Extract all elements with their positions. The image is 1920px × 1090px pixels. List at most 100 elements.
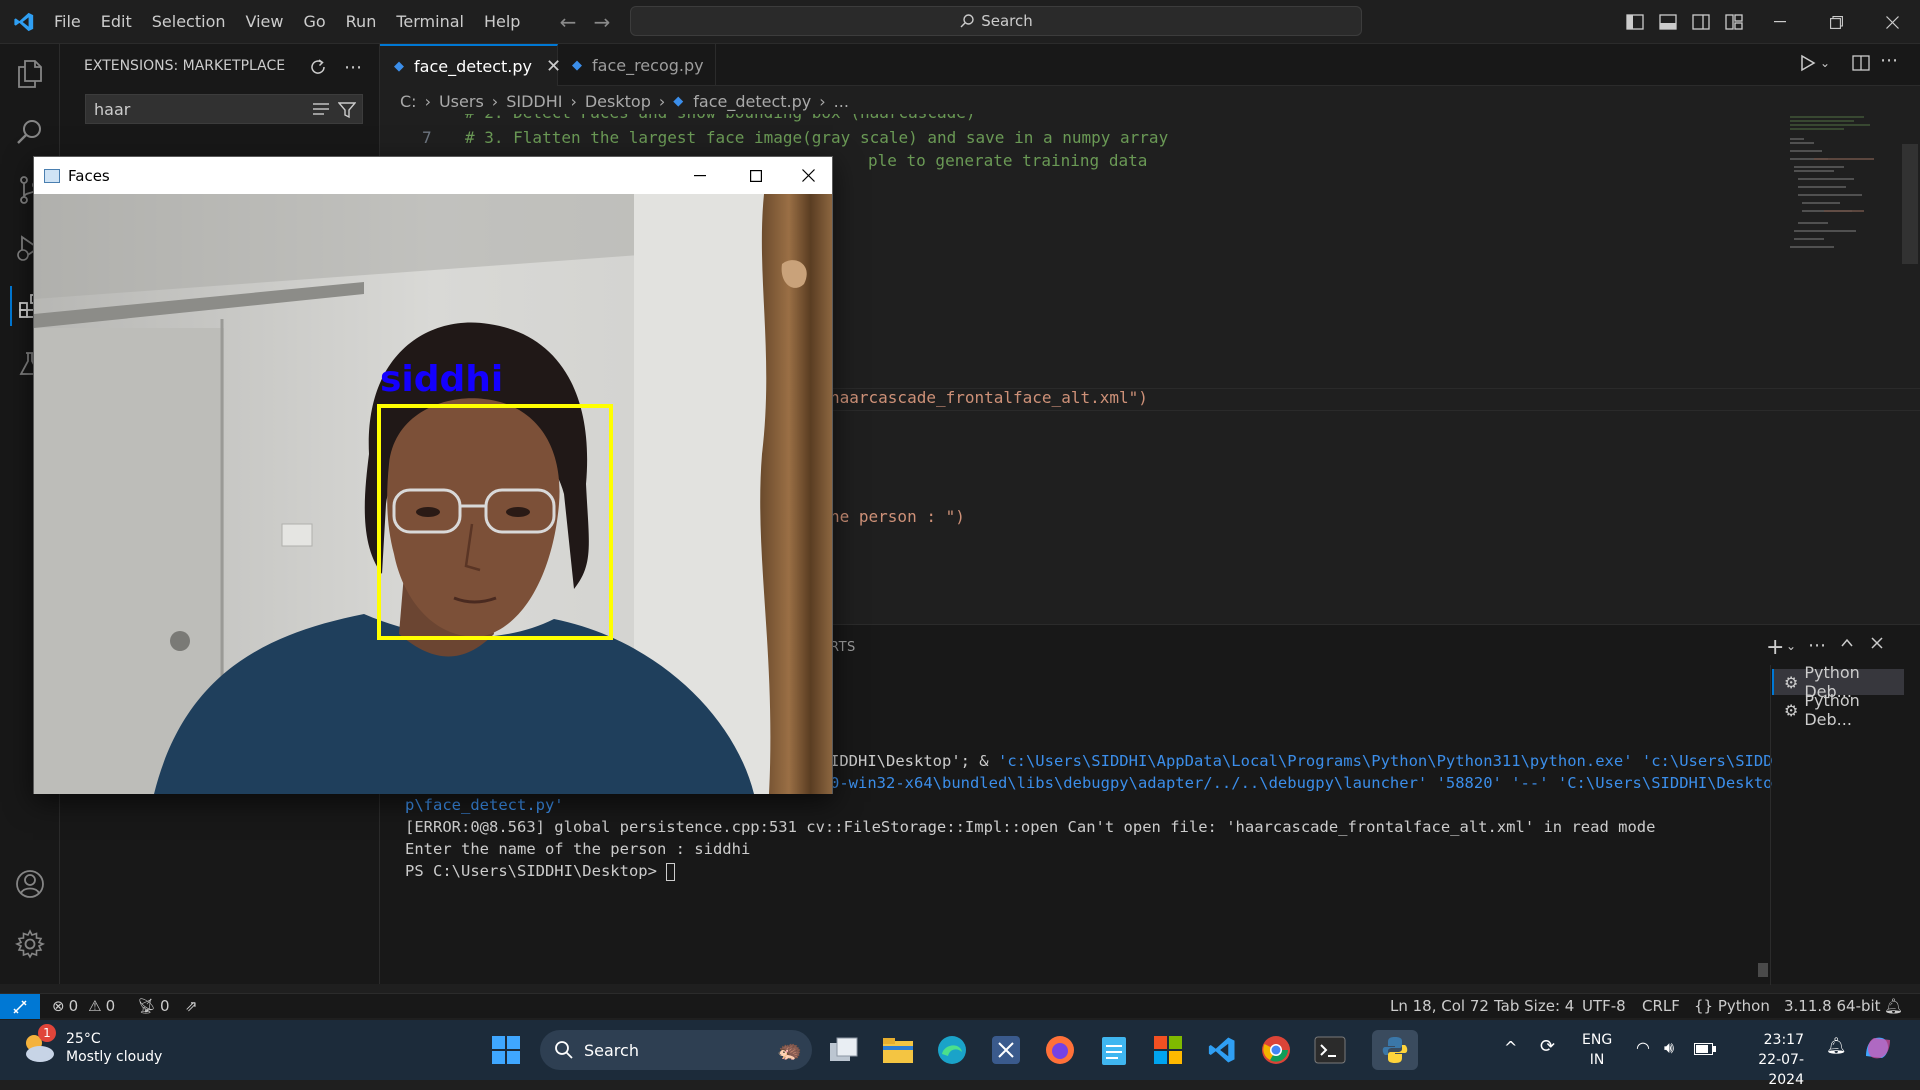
code-line-7: # 3. Flatten the largest face image(gray… — [465, 128, 1169, 147]
breadcrumb-symbol[interactable]: ... — [834, 92, 849, 111]
extensions-search-input[interactable]: haar — [85, 94, 363, 124]
menu-run[interactable]: Run — [336, 0, 387, 44]
faces-minimize-icon[interactable] — [672, 157, 728, 194]
language-mode[interactable]: {} Python — [1694, 997, 1770, 1015]
restore-icon[interactable] — [1808, 0, 1864, 44]
new-terminal-icon[interactable]: + — [1766, 635, 1784, 660]
battery-icon[interactable] — [1694, 1040, 1716, 1059]
tab-size[interactable]: Tab Size: 4 — [1494, 997, 1574, 1015]
language-indicator[interactable]: ENG IN — [1582, 1030, 1612, 1070]
breadcrumb-drive[interactable]: C: — [400, 92, 417, 111]
tab-label: face_recog.py — [592, 55, 704, 75]
volume-icon[interactable]: 🔊︎ — [1664, 1038, 1674, 1058]
command-center-search[interactable]: Search — [630, 6, 1362, 36]
toggle-secondary-sidebar-icon[interactable] — [1686, 7, 1716, 37]
split-editor-icon[interactable] — [1852, 55, 1870, 75]
code-line-input: he person : ") — [830, 507, 965, 526]
edge-browser-icon[interactable] — [932, 1030, 972, 1070]
close-panel-icon[interactable] — [1870, 635, 1884, 654]
chevron-up-icon[interactable]: ^ — [1504, 1038, 1517, 1057]
maximize-panel-icon[interactable] — [1840, 635, 1854, 654]
vscode-taskbar-icon[interactable] — [1202, 1030, 1242, 1070]
menu-go[interactable]: Go — [293, 0, 335, 44]
toggle-primary-sidebar-icon[interactable] — [1620, 7, 1650, 37]
close-window-icon[interactable] — [1864, 0, 1920, 44]
menu-view[interactable]: View — [236, 0, 294, 44]
weather-widget[interactable]: 1 25°C Mostly cloudy — [20, 1024, 162, 1066]
warning-icon: ⚠ — [88, 997, 102, 1015]
menu-selection[interactable]: Selection — [142, 0, 236, 44]
menu-terminal[interactable]: Terminal — [386, 0, 474, 44]
customize-layout-icon[interactable] — [1719, 7, 1749, 37]
tab-face-detect[interactable]: ◆ face_detect.py ✕ — [380, 44, 561, 86]
accounts-icon[interactable] — [10, 864, 50, 904]
task-view-icon[interactable] — [824, 1030, 864, 1070]
encoding[interactable]: UTF-8 — [1582, 997, 1626, 1015]
terminal-app-icon[interactable] — [1310, 1030, 1350, 1070]
start-windows-icon[interactable] — [486, 1030, 526, 1070]
firefox-icon[interactable] — [1040, 1030, 1080, 1070]
editor-scrollbar[interactable] — [1902, 144, 1918, 264]
door-knob — [170, 631, 190, 651]
python-interpreter[interactable]: 3.11.8 64-bit — [1784, 997, 1881, 1015]
webcam-frame: siddhi — [34, 194, 832, 794]
explorer-icon[interactable] — [10, 54, 50, 94]
breadcrumb-users[interactable]: Users — [439, 92, 484, 111]
run-python-file-icon[interactable] — [1800, 54, 1816, 76]
ports-indicator[interactable]: 📡︎ 0 — [137, 997, 170, 1015]
wifi-icon[interactable]: ◠ — [1636, 1038, 1650, 1057]
notepad-icon[interactable] — [1094, 1030, 1134, 1070]
refresh-icon[interactable] — [304, 53, 332, 81]
more-actions-icon[interactable]: ⋯ — [339, 53, 367, 81]
file-explorer-icon[interactable] — [878, 1030, 918, 1070]
remote-indicator-icon[interactable] — [0, 994, 40, 1019]
breadcrumb: C: › Users › SIDDHI › Desktop › ◆ face_d… — [400, 91, 849, 111]
terminal-instance-2[interactable]: ⚙ Python Deb... — [1772, 691, 1904, 729]
microsoft-store-icon[interactable] — [1148, 1030, 1188, 1070]
menu-file[interactable]: File — [44, 0, 91, 44]
search-icon[interactable] — [10, 112, 50, 152]
status-bar: ⊗ 0 ⚠ 0 📡︎ 0 ⇗ Ln 18, Col 72 Tab Size: 4 UT… — [0, 993, 1920, 1019]
vscode-logo-icon — [2, 0, 46, 44]
menu-help[interactable]: Help — [474, 0, 530, 44]
python-app-icon[interactable] — [1372, 1030, 1418, 1070]
back-arrow-icon[interactable]: ← — [556, 10, 580, 34]
terminal-dropdown-icon[interactable]: ⌄ — [1786, 639, 1796, 653]
notification-bell-icon[interactable]: 🔔︎ — [1826, 1036, 1846, 1055]
panel-tab-ports[interactable]: RTS — [830, 640, 856, 655]
minimap[interactable] — [1784, 114, 1904, 264]
end-of-line[interactable]: CRLF — [1642, 997, 1680, 1015]
terminal-scrollbar[interactable] — [1758, 963, 1768, 977]
breadcrumb-desktop[interactable]: Desktop — [585, 92, 651, 111]
broadcast-icon: 📡︎ — [137, 997, 157, 1015]
sync-icon[interactable]: ⟳ — [1540, 1036, 1555, 1057]
copilot-icon[interactable] — [1862, 1032, 1894, 1068]
forward-arrow-icon[interactable]: → — [590, 10, 614, 34]
braces-icon: {} — [1694, 997, 1714, 1015]
toggle-panel-icon[interactable] — [1653, 7, 1683, 37]
panel-more-icon[interactable]: ⋯ — [1808, 635, 1826, 656]
terminal-line-1: IDDHI\Desktop'; & 'c:\Users\SIDDHI\AppDa… — [830, 752, 1773, 770]
editor-more-icon[interactable]: ⋯ — [1880, 50, 1898, 71]
minimize-icon[interactable] — [1752, 0, 1808, 44]
settings-gear-icon[interactable] — [10, 924, 50, 964]
taskbar-search[interactable]: Search 🦔 — [540, 1030, 812, 1070]
cursor-position[interactable]: Ln 18, Col 72 — [1390, 997, 1489, 1015]
chrome-icon[interactable] — [1256, 1030, 1296, 1070]
clock[interactable]: 23:17 22-07-2024 — [1736, 1030, 1804, 1090]
breadcrumb-file[interactable]: face_detect.py — [693, 92, 811, 111]
notifications-bell-icon[interactable]: 🔔︎ — [1884, 997, 1903, 1015]
problems-indicator[interactable]: ⊗ 0 ⚠ 0 — [52, 997, 115, 1015]
debug-status-icon[interactable]: ⇗ — [185, 997, 198, 1015]
faces-maximize-icon[interactable] — [728, 157, 784, 194]
snipping-tool-icon[interactable] — [986, 1030, 1026, 1070]
breadcrumb-siddhi[interactable]: SIDDHI — [506, 92, 562, 111]
tab-face-recog[interactable]: ◆ face_recog.py — [558, 44, 716, 86]
faces-window: Faces siddhi — [33, 156, 833, 794]
run-dropdown-icon[interactable]: ⌄ — [1820, 56, 1830, 70]
clear-filter-icon[interactable] — [312, 101, 330, 121]
faces-close-icon[interactable] — [784, 157, 832, 194]
terminal-ps-line[interactable]: PS C:\Users\SIDDHI\Desktop> — [405, 862, 676, 881]
filter-icon[interactable] — [337, 101, 357, 123]
menu-edit[interactable]: Edit — [91, 0, 142, 44]
